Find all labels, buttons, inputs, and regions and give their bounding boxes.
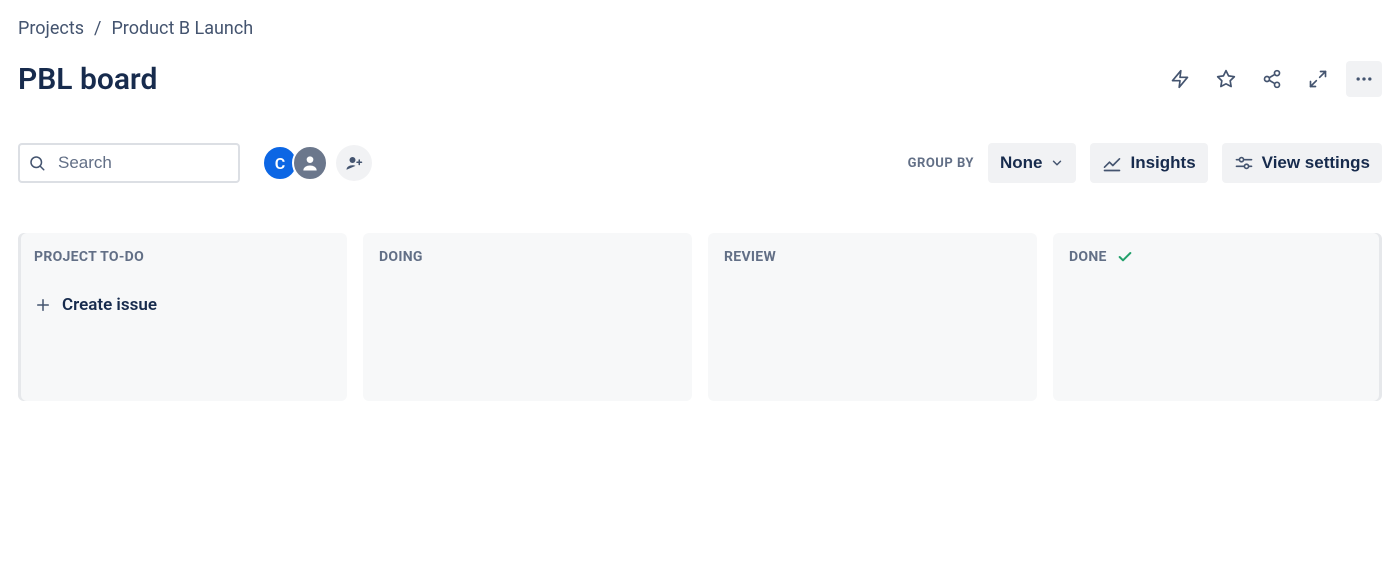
more-icon bbox=[1354, 69, 1374, 89]
search-icon bbox=[28, 154, 46, 172]
column-done[interactable]: DONE bbox=[1053, 233, 1382, 401]
create-issue-label: Create issue bbox=[62, 295, 157, 315]
search-wrap bbox=[18, 143, 240, 183]
column-title: DONE bbox=[1069, 249, 1107, 265]
board: PROJECT TO-DO Create issue DOING REVIEW … bbox=[18, 233, 1382, 401]
groupby-dropdown[interactable]: None bbox=[988, 143, 1077, 183]
insights-label: Insights bbox=[1130, 153, 1195, 173]
expand-icon bbox=[1308, 69, 1328, 89]
more-actions-button[interactable] bbox=[1346, 61, 1382, 97]
lightning-icon bbox=[1170, 69, 1190, 89]
avatar-unassigned[interactable] bbox=[292, 145, 328, 181]
search-input[interactable] bbox=[18, 143, 240, 183]
check-icon bbox=[1117, 249, 1133, 265]
share-icon bbox=[1262, 69, 1282, 89]
chevron-down-icon bbox=[1050, 156, 1064, 170]
column-review[interactable]: REVIEW bbox=[708, 233, 1037, 401]
breadcrumb: Projects / Product B Launch bbox=[18, 18, 1382, 39]
breadcrumb-projects[interactable]: Projects bbox=[18, 18, 84, 39]
column-title: PROJECT TO-DO bbox=[34, 249, 144, 265]
share-button[interactable] bbox=[1254, 61, 1290, 97]
insights-icon bbox=[1102, 153, 1122, 173]
view-settings-button[interactable]: View settings bbox=[1222, 143, 1382, 183]
view-settings-label: View settings bbox=[1262, 153, 1370, 173]
add-user-icon bbox=[345, 154, 363, 172]
column-title: REVIEW bbox=[724, 249, 776, 265]
star-button[interactable] bbox=[1208, 61, 1244, 97]
sliders-icon bbox=[1234, 153, 1254, 173]
star-icon bbox=[1216, 69, 1236, 89]
breadcrumb-separator: / bbox=[94, 18, 101, 39]
breadcrumb-project-name[interactable]: Product B Launch bbox=[111, 18, 253, 39]
title-actions bbox=[1162, 61, 1382, 97]
add-people-button[interactable] bbox=[336, 145, 372, 181]
avatar-group: C bbox=[262, 145, 372, 181]
plus-icon bbox=[34, 296, 52, 314]
column-title: DOING bbox=[379, 249, 423, 265]
page-title: PBL board bbox=[18, 62, 157, 97]
create-issue-button[interactable]: Create issue bbox=[34, 295, 331, 315]
column-project-todo[interactable]: PROJECT TO-DO Create issue bbox=[18, 233, 347, 401]
automation-button[interactable] bbox=[1162, 61, 1198, 97]
groupby-value: None bbox=[1000, 153, 1043, 173]
column-doing[interactable]: DOING bbox=[363, 233, 692, 401]
groupby-label: GROUP BY bbox=[908, 156, 974, 171]
person-icon bbox=[300, 153, 320, 173]
insights-button[interactable]: Insights bbox=[1090, 143, 1207, 183]
fullscreen-button[interactable] bbox=[1300, 61, 1336, 97]
